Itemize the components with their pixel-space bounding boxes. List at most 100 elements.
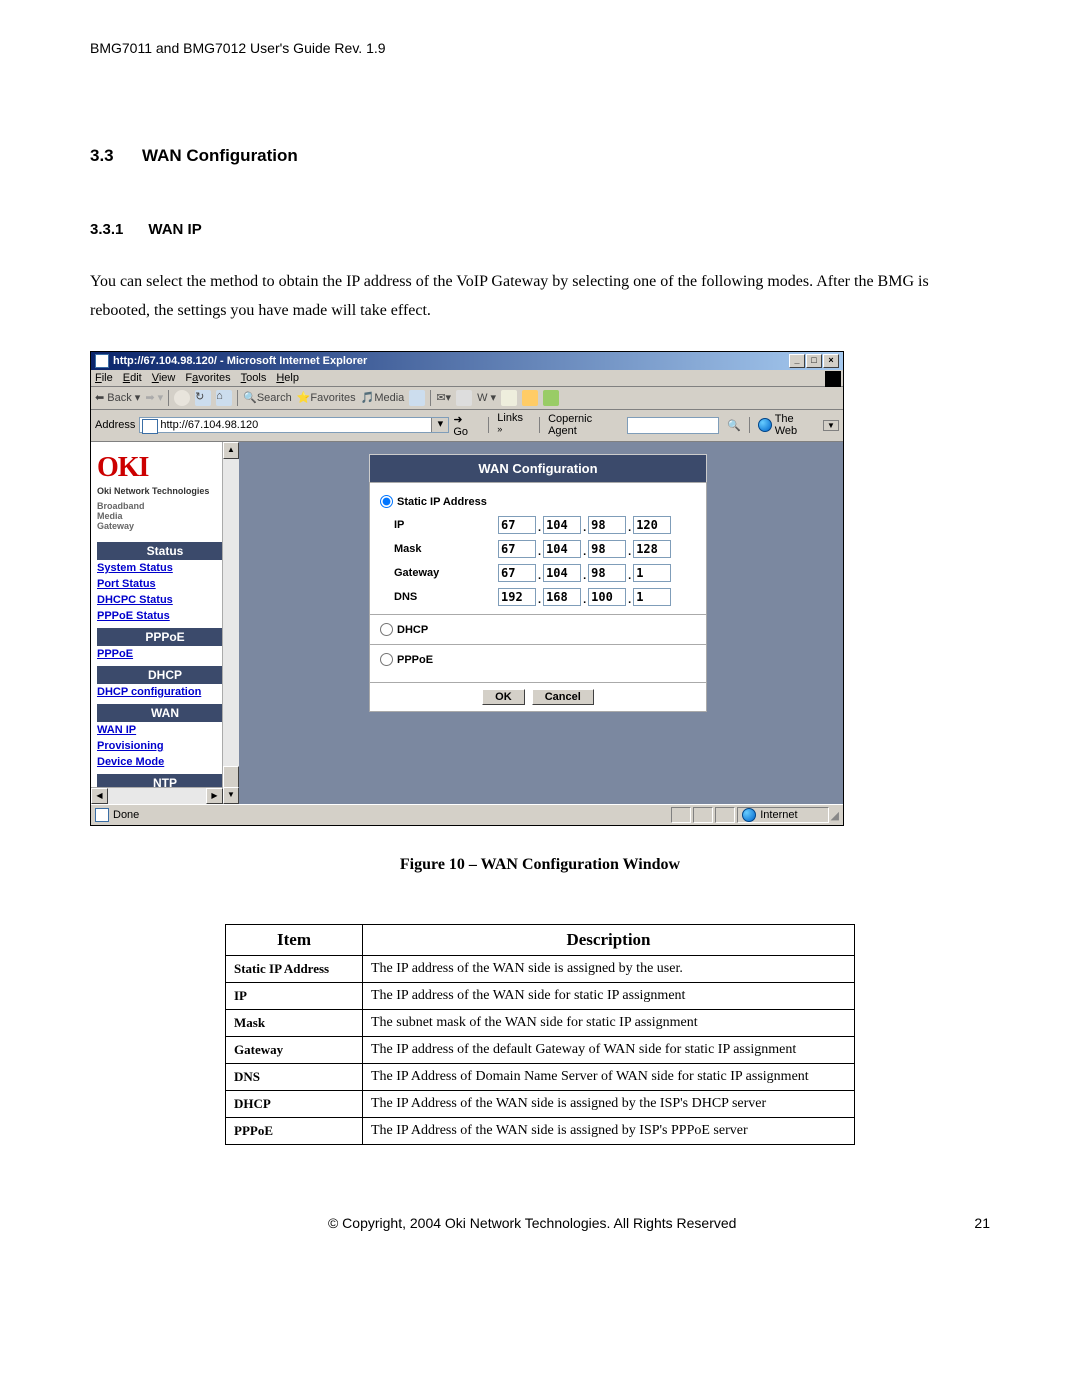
history-icon[interactable]: [409, 390, 425, 406]
radio-pppoe[interactable]: [380, 653, 393, 666]
ip-oct3[interactable]: [588, 516, 626, 534]
mask-label: Mask: [394, 543, 498, 555]
mask-oct3[interactable]: [588, 540, 626, 558]
gw-oct4[interactable]: [633, 564, 671, 582]
scroll-right-icon[interactable]: ▶: [206, 788, 223, 804]
nav-dhcp-config[interactable]: DHCP configuration: [97, 684, 233, 700]
radio-static-ip[interactable]: [380, 495, 393, 508]
back-button[interactable]: ⬅ Back ▾: [95, 391, 140, 404]
subsection-number: 3.3.1: [90, 221, 123, 238]
menu-help[interactable]: Help: [276, 372, 299, 384]
menu-tools[interactable]: Tools: [241, 372, 267, 384]
gateway-label: Gateway: [394, 567, 498, 579]
nav-header-pppoe: PPPoE: [97, 628, 233, 646]
doc-header: BMG7011 and BMG7012 User's Guide Rev. 1.…: [90, 40, 990, 56]
mail-button[interactable]: ✉▾: [436, 391, 451, 404]
section-title: WAN Configuration: [142, 146, 298, 165]
the-web-dropdown-arrow[interactable]: ▼: [823, 420, 839, 431]
gw-oct1[interactable]: [498, 564, 536, 582]
menu-edit[interactable]: Edit: [123, 372, 142, 384]
nav-pppoe-status[interactable]: PPPoE Status: [97, 608, 233, 624]
copernic-search-input[interactable]: [627, 417, 719, 434]
scroll-down-icon[interactable]: ▼: [223, 787, 239, 804]
search-button[interactable]: 🔍Search: [243, 391, 292, 404]
dns-label: DNS: [394, 591, 498, 603]
nav-provisioning[interactable]: Provisioning: [97, 738, 233, 754]
nav-wan-ip[interactable]: WAN IP: [97, 722, 233, 738]
stop-icon[interactable]: [174, 390, 190, 406]
mask-oct2[interactable]: [543, 540, 581, 558]
discuss-icon[interactable]: [501, 390, 517, 406]
cancel-button[interactable]: Cancel: [532, 689, 594, 705]
menubar: File Edit View Favorites Tools Help: [91, 370, 843, 387]
print-icon[interactable]: [456, 390, 472, 406]
scroll-left-icon[interactable]: ◀: [91, 788, 108, 804]
table-row: Static IP AddressThe IP address of the W…: [226, 956, 855, 983]
th-item: Item: [226, 925, 363, 956]
toolbar: ⬅ Back ▾ ➡ ▾ ↻ ⌂ 🔍Search ⭐Favorites 🎵Med…: [91, 387, 843, 410]
ip-oct2[interactable]: [543, 516, 581, 534]
dns-oct1[interactable]: [498, 588, 536, 606]
refresh-icon[interactable]: ↻: [195, 390, 211, 406]
ip-oct1[interactable]: [498, 516, 536, 534]
table-row: IPThe IP address of the WAN side for sta…: [226, 983, 855, 1010]
scroll-thumb[interactable]: [223, 766, 239, 788]
home-icon[interactable]: ⌂: [216, 390, 232, 406]
footer-page: 21: [974, 1215, 990, 1231]
nav-pppoe[interactable]: PPPoE: [97, 646, 233, 662]
pppoe-label: PPPoE: [397, 654, 433, 666]
nav-device-mode[interactable]: Device Mode: [97, 754, 233, 770]
wan-config-box: WAN Configuration Static IP Address IP .…: [369, 454, 707, 712]
address-dropdown-icon[interactable]: ▾: [431, 418, 448, 432]
the-web-dropdown[interactable]: The Web: [758, 413, 819, 437]
close-button[interactable]: ×: [823, 354, 839, 368]
menu-file[interactable]: File: [95, 372, 113, 384]
window-controls: _□×: [788, 354, 839, 368]
go-button[interactable]: ➜ Go: [453, 413, 480, 438]
address-value: http://67.104.98.120: [160, 419, 258, 431]
content-area: OKI Oki Network Technologies BroadbandMe…: [91, 442, 843, 804]
menu-favorites[interactable]: Favorites: [185, 372, 230, 384]
nav-dhcpc-status[interactable]: DHCPC Status: [97, 592, 233, 608]
dhcp-label: DHCP: [397, 624, 428, 636]
nav-header-dhcp: DHCP: [97, 666, 233, 684]
address-input[interactable]: http://67.104.98.120 ▾: [139, 417, 449, 433]
media-button[interactable]: 🎵Media: [361, 391, 405, 404]
resize-grip-icon[interactable]: ◢: [831, 809, 839, 822]
favorites-button[interactable]: ⭐Favorites: [297, 391, 356, 404]
search-glass-icon[interactable]: 🔍: [727, 419, 741, 432]
static-ip-label: Static IP Address: [397, 496, 487, 508]
subsection-title: WAN IP: [148, 221, 201, 238]
dns-oct4[interactable]: [633, 588, 671, 606]
radio-dhcp[interactable]: [380, 623, 393, 636]
edit-button[interactable]: W ▾: [477, 391, 496, 404]
ok-button[interactable]: OK: [482, 689, 525, 705]
links-label[interactable]: Links »: [497, 412, 531, 440]
doc-footer: © Copyright, 2004 Oki Network Technologi…: [90, 1215, 990, 1231]
scroll-up-icon[interactable]: ▲: [223, 442, 239, 459]
messenger-icon[interactable]: [543, 390, 559, 406]
mask-oct4[interactable]: [633, 540, 671, 558]
mask-oct1[interactable]: [498, 540, 536, 558]
research-icon[interactable]: [522, 390, 538, 406]
minimize-button[interactable]: _: [789, 354, 805, 368]
menu-view[interactable]: View: [152, 372, 176, 384]
nav-port-status[interactable]: Port Status: [97, 576, 233, 592]
section-heading: 3.3 WAN Configuration: [90, 146, 990, 166]
gw-oct3[interactable]: [588, 564, 626, 582]
table-row: DNSThe IP Address of Domain Name Server …: [226, 1064, 855, 1091]
dns-oct3[interactable]: [588, 588, 626, 606]
section-number: 3.3: [90, 146, 114, 165]
nav-system-status[interactable]: System Status: [97, 560, 233, 576]
dns-oct2[interactable]: [543, 588, 581, 606]
forward-button[interactable]: ➡ ▾: [145, 391, 163, 404]
gw-oct2[interactable]: [543, 564, 581, 582]
maximize-button[interactable]: □: [806, 354, 822, 368]
oki-product: BroadbandMediaGateway: [97, 502, 233, 532]
sidebar-vscroll[interactable]: ▲ ▼: [222, 442, 239, 804]
oki-subtitle: Oki Network Technologies: [97, 486, 233, 496]
ip-oct4[interactable]: [633, 516, 671, 534]
status-done: Done: [95, 808, 139, 822]
table-row: GatewayThe IP address of the default Gat…: [226, 1037, 855, 1064]
sidebar-hscroll[interactable]: ◀ ▶: [91, 787, 223, 804]
